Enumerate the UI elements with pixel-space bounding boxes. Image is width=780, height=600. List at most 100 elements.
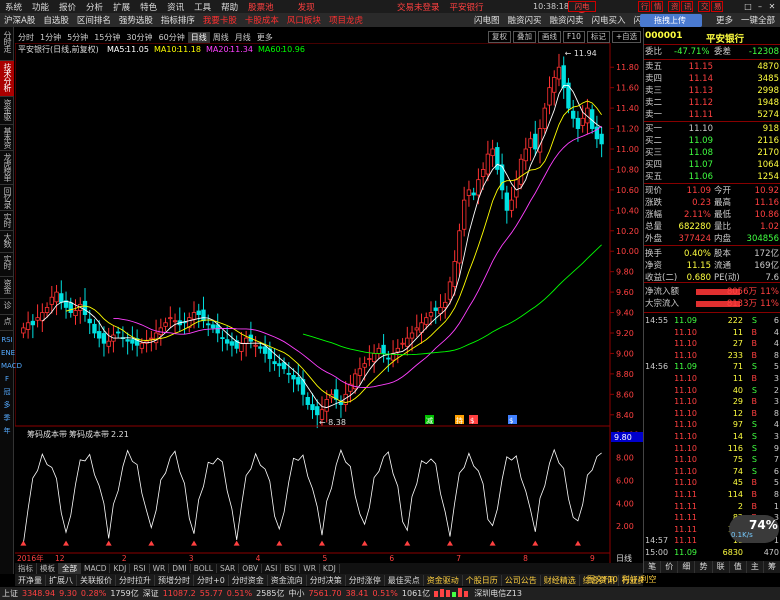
trade-login-link[interactable]: 交易未登录 — [392, 1, 445, 13]
side-tab-10[interactable]: 诊断 — [0, 299, 14, 315]
news-button[interactable]: 讯 — [681, 1, 693, 12]
period-8[interactable]: 月线 — [232, 32, 254, 43]
menu-item-help[interactable]: 帮助 — [216, 1, 243, 13]
discover-link[interactable]: 发现 — [293, 1, 320, 13]
side-icon-5[interactable]: 多 — [1, 400, 13, 411]
info-button[interactable]: 情 — [651, 1, 663, 12]
feature-tab-3[interactable]: 分时拉升 — [116, 574, 155, 586]
toolbar-watchlist[interactable]: 自选股 — [39, 14, 73, 26]
feature-tab-8[interactable]: 分时决策 — [307, 574, 346, 586]
side-icon-2[interactable]: MACD — [1, 361, 22, 372]
side-tab-6[interactable]: 实时10 — [0, 211, 14, 231]
side-tab-7[interactable]: 大数据 — [0, 231, 14, 253]
indicator-tab-13[interactable]: WR — [300, 564, 320, 573]
side-icon-6[interactable]: 季 — [1, 413, 13, 424]
menu-item-system[interactable]: 系统 — [0, 1, 27, 13]
kline-chart[interactable]: 平安银行(日线,前复权) MA5:11.05 MA10:11.18 MA20:11.3… — [15, 43, 643, 563]
period-2[interactable]: 5分钟 — [64, 32, 91, 43]
side-tab-8[interactable]: 实时分时 — [0, 253, 14, 277]
side-tab-9[interactable]: 资金研报 — [0, 277, 14, 299]
minimize-icon[interactable]: – — [754, 0, 766, 13]
period-7[interactable]: 周线 — [210, 32, 232, 43]
menu-item-news[interactable]: 资讯 — [162, 1, 189, 13]
stock-name-link[interactable]: 平安银行 — [445, 1, 489, 13]
indicator-tab-9[interactable]: SAR — [217, 564, 240, 573]
period-tool-2[interactable]: 画线 — [538, 31, 561, 43]
quote-tab-3[interactable]: 势 — [695, 561, 713, 573]
period-1[interactable]: 1分钟 — [37, 32, 64, 43]
toolbar-red-3[interactable]: 项目龙虎 — [325, 14, 367, 26]
feature-tab-hl-0[interactable]: 资金驱动 — [424, 574, 463, 586]
indicator-tab-10[interactable]: OBV — [239, 564, 263, 573]
feature-tab-6[interactable]: 分时资金 — [229, 574, 268, 586]
period-6[interactable]: 日线 — [187, 31, 210, 43]
indicator-tab-14[interactable]: KDJ — [320, 564, 340, 573]
indicator-tab-11[interactable]: ASI — [262, 564, 282, 573]
feature-tab-10[interactable]: 最佳买点 — [385, 574, 424, 586]
flash-trade-button[interactable]: 闪电手 — [568, 1, 596, 20]
stock-pool-menu[interactable]: 股票池 — [243, 1, 279, 13]
menu-item-analysis[interactable]: 分析 — [81, 1, 108, 13]
period-0[interactable]: 分时 — [15, 32, 37, 43]
menu-item-extend[interactable]: 扩展 — [108, 1, 135, 13]
period-tool-0[interactable]: 复权 — [488, 31, 511, 43]
network-badge[interactable]: 74% 0.1K/s — [729, 515, 779, 543]
data-button[interactable]: 资 — [668, 1, 680, 12]
quote-button[interactable]: 行 — [638, 1, 650, 12]
side-icon-0[interactable]: RSI — [1, 335, 13, 346]
toolbar-red-2[interactable]: 风口板块 — [283, 14, 325, 26]
margin-sell-tab[interactable]: 融资闪卖 — [546, 14, 588, 26]
indicator-tab-1[interactable]: 模板 — [37, 563, 59, 574]
side-icon-4[interactable]: 冠 — [1, 387, 13, 398]
flash-chart-tab[interactable]: 闪电图 — [470, 14, 504, 26]
menu-item-function[interactable]: 功能 — [27, 1, 54, 13]
feature-tab-0[interactable]: 开净量 — [15, 574, 46, 586]
side-tab-11[interactable]: 点评 — [0, 315, 14, 331]
flash-buy-tab[interactable]: 闪电买入 — [588, 14, 630, 26]
period-tool-3[interactable]: F10 — [563, 31, 585, 43]
menu-item-tools[interactable]: 工具 — [189, 1, 216, 13]
quote-tab-2[interactable]: 细 — [678, 561, 696, 573]
indicator-tab-4[interactable]: KDJ — [110, 564, 131, 573]
period-5[interactable]: 60分钟 — [156, 32, 188, 43]
toolbar-strong-pick[interactable]: 强势选股 — [115, 14, 157, 26]
side-tab-0[interactable]: 分时走势 — [0, 29, 14, 61]
feature-tab-2[interactable]: 关联报价 — [77, 574, 116, 586]
side-tab-4[interactable]: 龙虎榜单 — [0, 151, 14, 185]
feature-tab-hl-2[interactable]: 公司公告 — [502, 574, 541, 586]
feature-tab-5[interactable]: 分时+0 — [194, 574, 229, 586]
toolbar-indicator-sort[interactable]: 指标排序 — [157, 14, 199, 26]
period-3[interactable]: 15分钟 — [91, 32, 123, 43]
indicator-tab-12[interactable]: BSI — [281, 564, 301, 573]
side-tab-5[interactable]: 回忆录 — [0, 185, 14, 211]
feature-tab-hl-3[interactable]: 财经精选 — [541, 574, 580, 586]
close-icon[interactable]: ✕ — [766, 0, 778, 13]
bottom-right-label-0[interactable]: 图文F10 — [585, 574, 620, 586]
side-tab-3[interactable]: 基本资料 — [0, 125, 14, 151]
toolbar-red-0[interactable]: 我要卡股 — [199, 14, 241, 26]
trade-button[interactable]: 交 — [698, 1, 710, 12]
easy-button[interactable]: 易 — [711, 1, 723, 12]
feature-tab-hl-1[interactable]: 个股日历 — [463, 574, 502, 586]
one-key-link[interactable]: 一键全部 — [737, 14, 779, 26]
quote-tab-0[interactable]: 笔 — [644, 561, 662, 573]
period-tool-5[interactable]: +自选 — [611, 31, 642, 43]
indicator-tab-5[interactable]: RSI — [130, 564, 150, 573]
side-tab-2[interactable]: 资金驱动 — [0, 97, 14, 125]
feature-tab-4[interactable]: 预增分时 — [155, 574, 194, 586]
indicator-tab-8[interactable]: BOLL — [191, 564, 217, 573]
side-tab-1[interactable]: 技术分析 — [0, 61, 14, 97]
period-tool-4[interactable]: 标记 — [586, 31, 610, 43]
more-link[interactable]: 更多 — [712, 14, 737, 26]
indicator-tab-7[interactable]: DMI — [169, 564, 191, 573]
indicator-tab-2[interactable]: 全部 — [59, 563, 81, 574]
quote-tab-1[interactable]: 价 — [661, 561, 679, 573]
toolbar-hs-a[interactable]: 沪深A股 — [0, 14, 39, 26]
quote-tab-4[interactable]: 联 — [713, 561, 730, 573]
indicator-tab-3[interactable]: MACD — [81, 564, 111, 573]
side-icon-3[interactable]: F — [1, 374, 13, 385]
menu-item-feature[interactable]: 特色 — [135, 1, 162, 13]
period-9[interactable]: 更多 — [254, 32, 276, 43]
quote-tab-5[interactable]: 值 — [730, 561, 747, 573]
period-tool-1[interactable]: 叠加 — [513, 31, 536, 43]
